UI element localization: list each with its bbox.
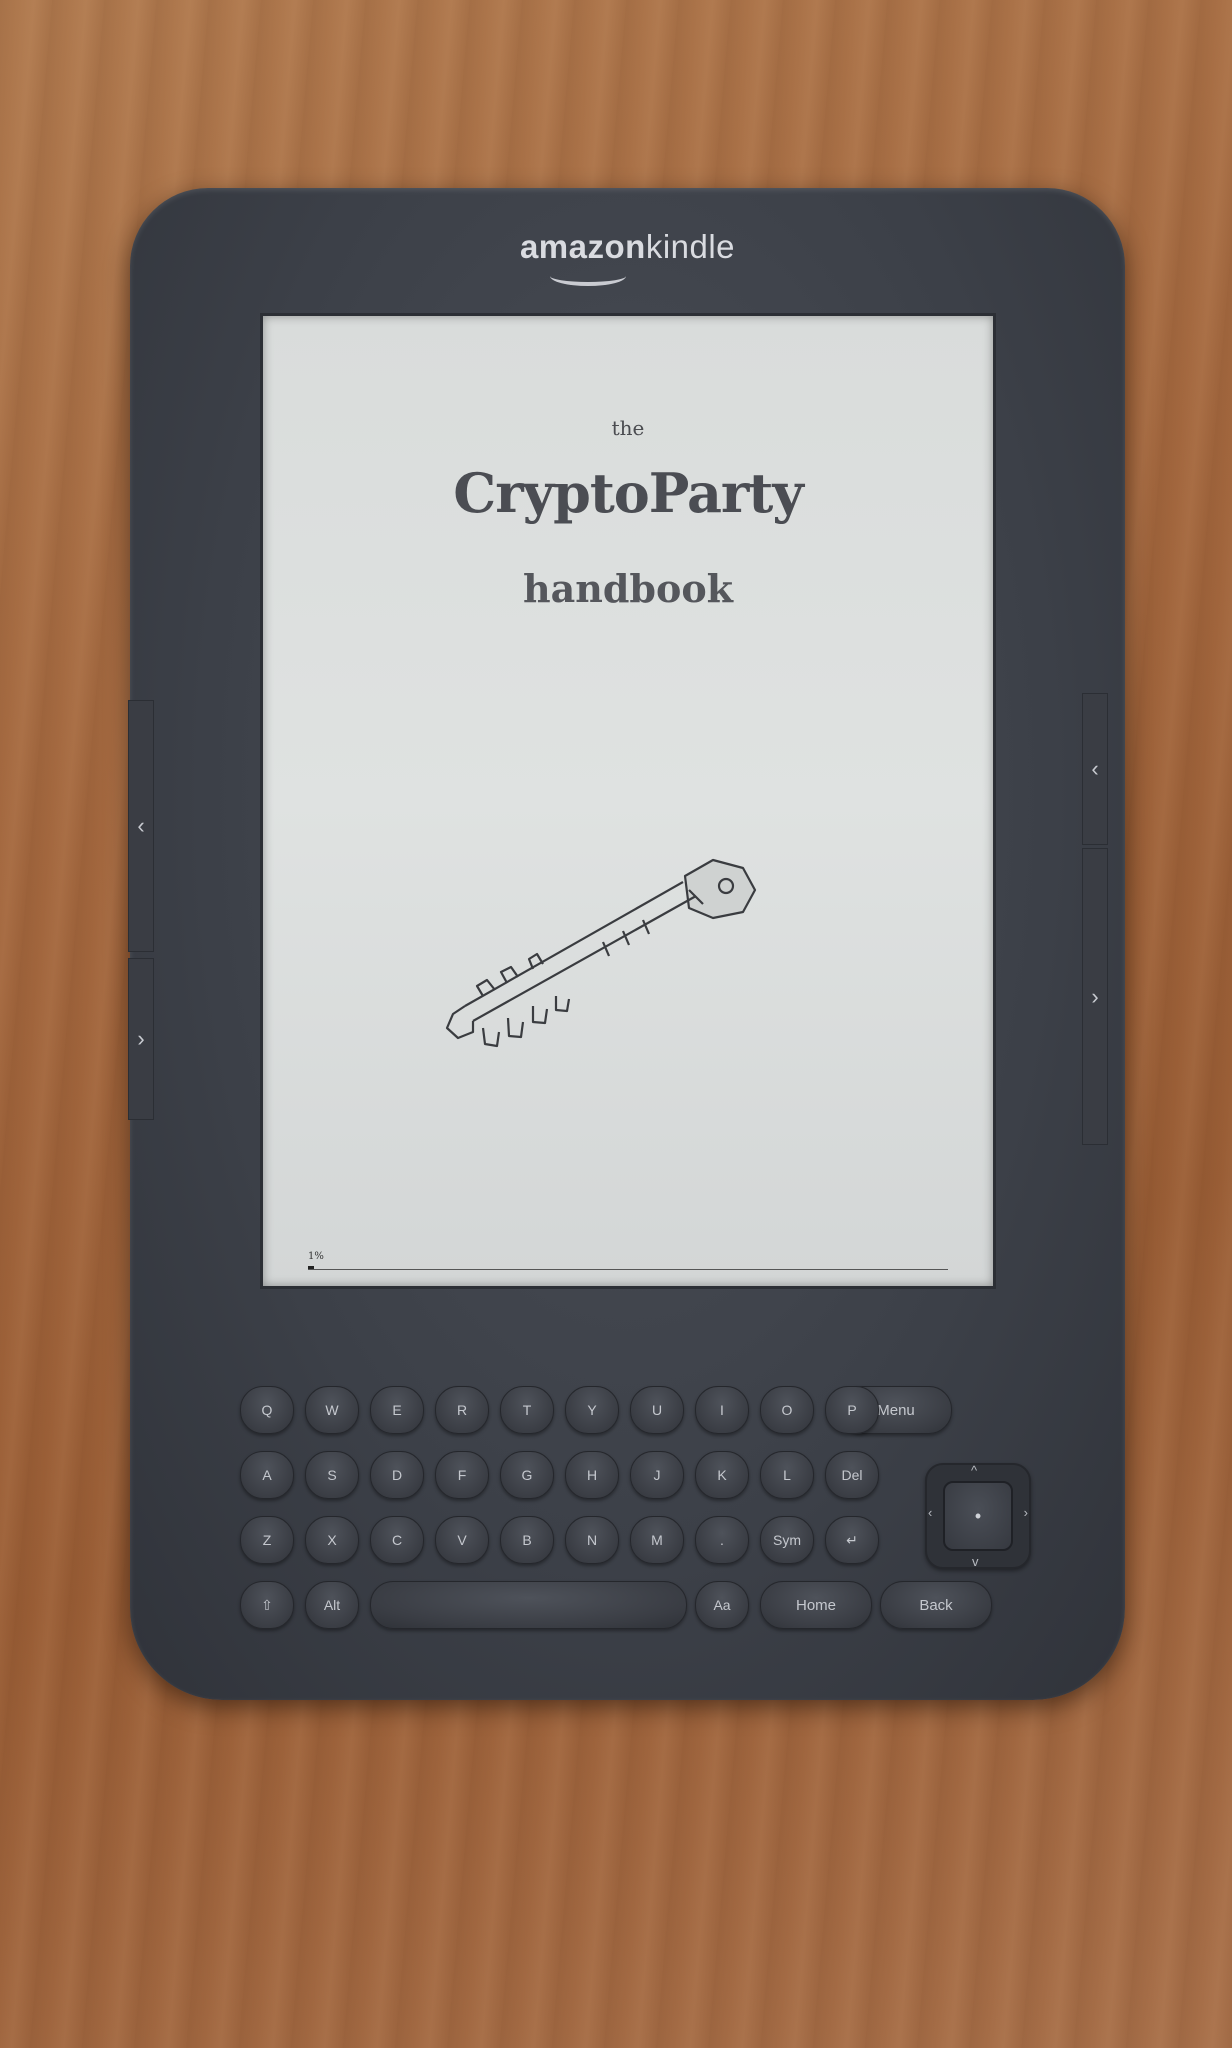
key-p[interactable]: P bbox=[825, 1386, 879, 1434]
alt-key[interactable]: Alt bbox=[305, 1581, 359, 1629]
key-j[interactable]: J bbox=[630, 1451, 684, 1499]
key-c[interactable]: C bbox=[370, 1516, 424, 1564]
brand-kindle: kindle bbox=[645, 228, 736, 265]
font-size-key[interactable]: Aa bbox=[695, 1581, 749, 1629]
five-way-controller[interactable]: ^ ‹ › v • bbox=[925, 1463, 1031, 1569]
chevron-right-icon: › bbox=[137, 1026, 145, 1051]
key-k[interactable]: K bbox=[695, 1451, 749, 1499]
chevron-left-icon: ‹ bbox=[137, 813, 145, 838]
key-d[interactable]: D bbox=[370, 1451, 424, 1499]
key-g[interactable]: G bbox=[500, 1451, 554, 1499]
dpad-up-icon[interactable]: ^ bbox=[971, 1463, 977, 1478]
e-ink-screen: the CryptoParty handbook 1% bbox=[260, 313, 996, 1289]
key-q[interactable]: Q bbox=[240, 1386, 294, 1434]
key-h[interactable]: H bbox=[565, 1451, 619, 1499]
reading-progress-fill bbox=[308, 1266, 315, 1269]
left-prev-page-button[interactable]: ‹ bbox=[128, 700, 154, 952]
qwerty-keyboard: Menu ⇧ Alt Aa Home Back QWERTYUIOPASDFGH… bbox=[240, 1386, 1040, 1646]
shift-key[interactable]: ⇧ bbox=[240, 1581, 294, 1629]
key-y[interactable]: Y bbox=[565, 1386, 619, 1434]
key-m[interactable]: M bbox=[630, 1516, 684, 1564]
book-title: CryptoParty bbox=[453, 461, 803, 525]
dpad-left-icon[interactable]: ‹ bbox=[928, 1505, 932, 1520]
reading-progress-label: 1% bbox=[308, 1251, 324, 1262]
key-w[interactable]: W bbox=[305, 1386, 359, 1434]
space-bar[interactable] bbox=[370, 1581, 687, 1629]
dpad-down-icon[interactable]: v bbox=[972, 1554, 979, 1569]
brand-amazon: amazon bbox=[519, 228, 646, 265]
key-r[interactable]: R bbox=[435, 1386, 489, 1434]
key-s[interactable]: S bbox=[305, 1451, 359, 1499]
key-x[interactable]: X bbox=[305, 1516, 359, 1564]
key-a[interactable]: A bbox=[240, 1451, 294, 1499]
key-n[interactable]: N bbox=[565, 1516, 619, 1564]
key-o[interactable]: O bbox=[760, 1386, 814, 1434]
kindle-device: amazonkindle the CryptoParty handbook 1%… bbox=[128, 188, 1125, 1700]
key-sym[interactable]: Sym bbox=[760, 1516, 814, 1564]
key-f[interactable]: F bbox=[435, 1451, 489, 1499]
key-illustration-icon bbox=[445, 858, 757, 1048]
right-prev-page-button[interactable]: ‹ bbox=[1082, 693, 1108, 845]
amazon-kindle-logo: amazonkindle bbox=[130, 228, 1125, 286]
book-title-prefix: the bbox=[611, 416, 645, 440]
book-subtitle: handbook bbox=[522, 566, 734, 611]
home-button[interactable]: Home bbox=[760, 1581, 872, 1629]
left-next-page-button[interactable]: › bbox=[128, 958, 154, 1120]
key-[interactable]: ↵ bbox=[825, 1516, 879, 1564]
back-button[interactable]: Back bbox=[880, 1581, 992, 1629]
key-[interactable]: . bbox=[695, 1516, 749, 1564]
right-next-page-button[interactable]: › bbox=[1082, 848, 1108, 1145]
chevron-right-icon: › bbox=[1091, 983, 1099, 1009]
key-del[interactable]: Del bbox=[825, 1451, 879, 1499]
chevron-left-icon: ‹ bbox=[1091, 756, 1099, 781]
key-b[interactable]: B bbox=[500, 1516, 554, 1564]
reading-progress-bar bbox=[308, 1266, 948, 1270]
key-z[interactable]: Z bbox=[240, 1516, 294, 1564]
key-l[interactable]: L bbox=[760, 1451, 814, 1499]
key-i[interactable]: I bbox=[695, 1386, 749, 1434]
dpad-right-icon[interactable]: › bbox=[1024, 1505, 1028, 1520]
key-u[interactable]: U bbox=[630, 1386, 684, 1434]
key-t[interactable]: T bbox=[500, 1386, 554, 1434]
key-v[interactable]: V bbox=[435, 1516, 489, 1564]
key-e[interactable]: E bbox=[370, 1386, 424, 1434]
dpad-select-button[interactable]: • bbox=[943, 1481, 1013, 1551]
amazon-smile-icon bbox=[550, 266, 626, 286]
